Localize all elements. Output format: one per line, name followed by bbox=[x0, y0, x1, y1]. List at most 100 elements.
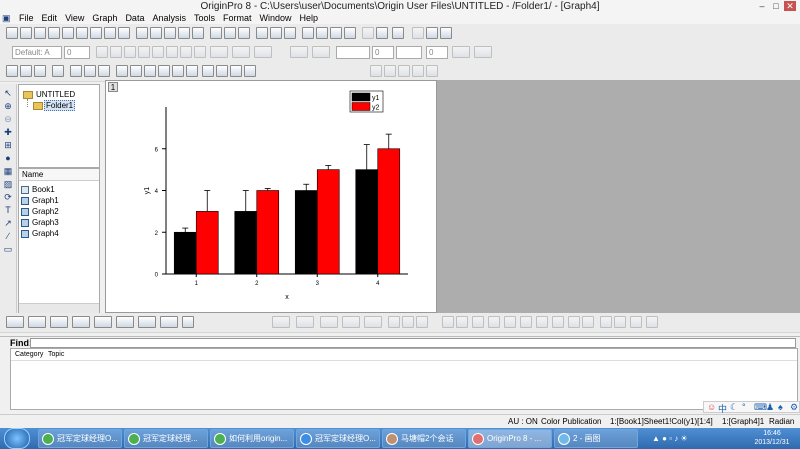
object-align-right-icon[interactable] bbox=[456, 316, 468, 328]
axis-inset-icon[interactable] bbox=[186, 65, 198, 77]
color-scale-icon[interactable] bbox=[216, 65, 228, 77]
recalculate-icon[interactable] bbox=[238, 27, 250, 39]
taskbar-item-active[interactable]: OriginPro 8 - ... bbox=[468, 429, 552, 448]
pattern-width-select[interactable]: 0 bbox=[426, 46, 448, 59]
3d-contour-icon[interactable] bbox=[364, 316, 382, 328]
command-window-icon[interactable] bbox=[330, 27, 342, 39]
new-function-icon[interactable] bbox=[76, 27, 88, 39]
new-workbook-icon[interactable] bbox=[20, 27, 32, 39]
add-layer-right-icon[interactable] bbox=[98, 65, 110, 77]
object-backward-icon[interactable] bbox=[646, 316, 658, 328]
line-width-select[interactable]: 0 bbox=[372, 46, 394, 59]
menu-graph[interactable]: Graph bbox=[88, 13, 121, 24]
new-graph-icon[interactable] bbox=[48, 27, 60, 39]
underline-icon[interactable] bbox=[124, 46, 136, 58]
axis-bottom-left-icon[interactable] bbox=[116, 65, 128, 77]
table-icon[interactable] bbox=[244, 65, 256, 77]
timestamp-icon[interactable] bbox=[230, 65, 242, 77]
arrange-left-icon[interactable] bbox=[370, 65, 382, 77]
code-builder-icon[interactable] bbox=[344, 27, 356, 39]
3d-bar-icon[interactable] bbox=[320, 316, 338, 328]
align-right-icon[interactable] bbox=[254, 46, 272, 58]
align-left-icon[interactable] bbox=[210, 46, 228, 58]
menu-format[interactable]: Format bbox=[219, 13, 256, 24]
rotate-3d-icon[interactable] bbox=[388, 316, 400, 328]
subscript-icon[interactable] bbox=[152, 46, 164, 58]
list-item[interactable]: Graph2 bbox=[21, 207, 97, 217]
line-style-select[interactable] bbox=[336, 46, 370, 59]
fill-color-select[interactable] bbox=[396, 46, 422, 59]
screen-reader-icon[interactable]: ⊞ bbox=[3, 140, 13, 150]
3d-surface-icon[interactable] bbox=[296, 316, 314, 328]
add-text-icon[interactable] bbox=[362, 27, 374, 39]
app-menu-icon[interactable]: ▣ bbox=[0, 13, 13, 24]
statistics-icon[interactable] bbox=[116, 316, 134, 328]
menu-analysis[interactable]: Analysis bbox=[148, 13, 190, 24]
pattern-icon[interactable] bbox=[452, 46, 470, 58]
area-plot-icon[interactable] bbox=[138, 316, 156, 328]
contour-icon[interactable] bbox=[160, 316, 178, 328]
import-multiple-icon[interactable] bbox=[224, 27, 236, 39]
axis-top-icon[interactable] bbox=[130, 65, 142, 77]
name-column-header[interactable]: Name bbox=[22, 170, 43, 179]
italic-icon[interactable] bbox=[110, 46, 122, 58]
add-inset-icon[interactable] bbox=[52, 65, 64, 77]
open-template-icon[interactable] bbox=[150, 27, 162, 39]
taskbar-item[interactable]: 冠军定球经理... bbox=[124, 429, 208, 448]
category-column-header[interactable]: Category bbox=[15, 351, 43, 358]
ime-shirt-icon[interactable]: ♠ bbox=[778, 402, 783, 412]
taskbar-item[interactable]: 如何利用origin... bbox=[210, 429, 294, 448]
zoom-in-icon[interactable]: ⊕ bbox=[3, 101, 13, 111]
horizontal-scrollbar[interactable] bbox=[19, 303, 99, 313]
line-plot-icon[interactable] bbox=[6, 316, 24, 328]
taskbar-item[interactable]: 冠军定球经理O... bbox=[296, 429, 380, 448]
new-notes-icon[interactable] bbox=[104, 27, 116, 39]
object-front-icon[interactable] bbox=[600, 316, 612, 328]
new-excel-icon[interactable] bbox=[34, 27, 46, 39]
line-color-icon[interactable] bbox=[312, 46, 330, 58]
align-center-icon[interactable] bbox=[232, 46, 250, 58]
line-symbol-icon[interactable] bbox=[50, 316, 68, 328]
menu-help[interactable]: Help bbox=[296, 13, 323, 24]
legend-icon[interactable] bbox=[202, 65, 214, 77]
add-layer-bottom-icon[interactable] bbox=[70, 65, 82, 77]
ime-chinese-icon[interactable]: 中 bbox=[718, 402, 727, 415]
tree-folder1[interactable]: Folder1 bbox=[44, 100, 76, 111]
superscript-icon[interactable] bbox=[138, 46, 150, 58]
font-color-icon[interactable] bbox=[290, 46, 308, 58]
cut-icon[interactable] bbox=[412, 27, 424, 39]
zoom-out-icon[interactable]: ⊖ bbox=[3, 114, 13, 124]
multi-curve-icon[interactable] bbox=[94, 316, 112, 328]
object-height-icon[interactable] bbox=[552, 316, 564, 328]
extract-layers-icon[interactable] bbox=[20, 65, 32, 77]
layer-icon[interactable] bbox=[6, 65, 18, 77]
axis-linked-icon[interactable] bbox=[172, 65, 184, 77]
object-align-left-icon[interactable] bbox=[442, 316, 454, 328]
bold-icon[interactable] bbox=[96, 46, 108, 58]
grid-icon[interactable] bbox=[474, 46, 492, 58]
taskbar-item[interactable]: 冠军定球经理O... bbox=[38, 429, 122, 448]
new-matrix-icon[interactable] bbox=[62, 27, 74, 39]
object-group-icon[interactable] bbox=[568, 316, 580, 328]
data-reader-icon[interactable]: ✚ bbox=[3, 127, 13, 137]
axis-right-icon[interactable] bbox=[144, 65, 156, 77]
mask-icon[interactable]: ▨ bbox=[3, 179, 13, 189]
ime-logo-icon[interactable]: ☺ bbox=[707, 402, 716, 412]
clock[interactable]: 16:46 2013/12/31 bbox=[746, 429, 798, 448]
3d-wire-icon[interactable] bbox=[342, 316, 360, 328]
tree-root[interactable]: UNTITLED bbox=[36, 90, 75, 99]
line-tool-icon[interactable]: ∕ bbox=[3, 231, 13, 241]
new-project-icon[interactable] bbox=[6, 27, 18, 39]
project-explorer-icon[interactable] bbox=[316, 27, 328, 39]
open-icon[interactable] bbox=[136, 27, 148, 39]
object-align-bottom-icon[interactable] bbox=[488, 316, 500, 328]
object-back-icon[interactable] bbox=[614, 316, 626, 328]
menu-data[interactable]: Data bbox=[121, 13, 148, 24]
arrow-tool-icon[interactable]: ↗ bbox=[3, 218, 13, 228]
find-input[interactable] bbox=[30, 338, 796, 348]
greek-icon[interactable] bbox=[166, 46, 178, 58]
template-library-icon[interactable] bbox=[182, 316, 194, 328]
menu-window[interactable]: Window bbox=[256, 13, 296, 24]
taskbar-item[interactable]: 马塘帽2个会话 bbox=[382, 429, 466, 448]
rescale-icon[interactable] bbox=[376, 27, 388, 39]
